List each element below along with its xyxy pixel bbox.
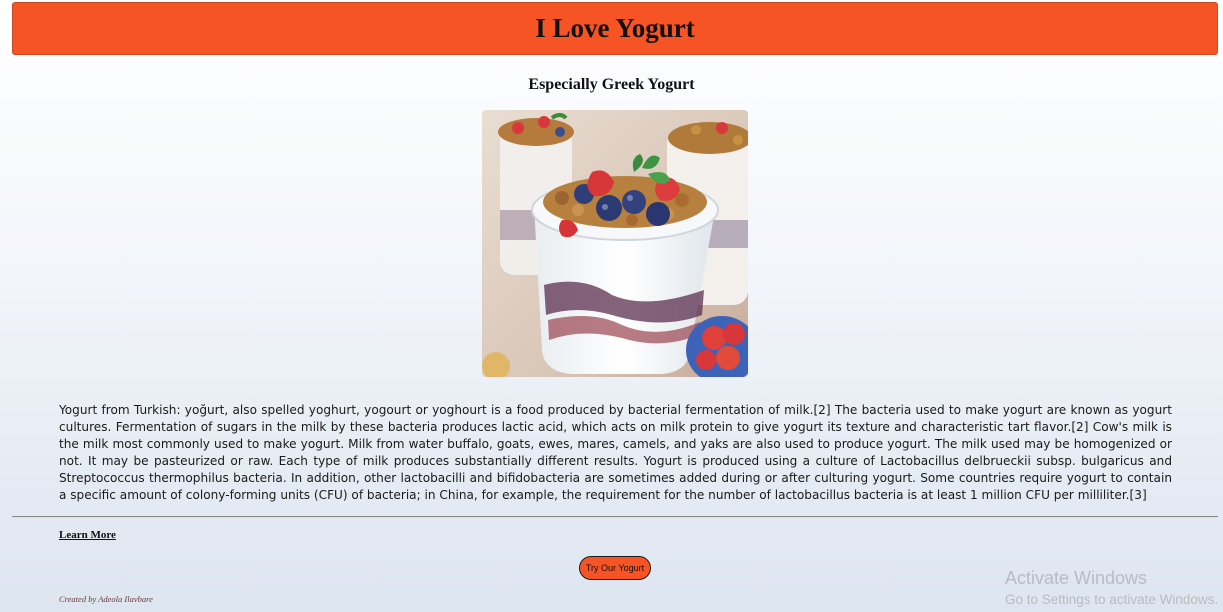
activate-windows-subtitle: Go to Settings to activate Windows. [1005, 592, 1219, 607]
yogurt-photo [482, 110, 748, 377]
page-subtitle: Especially Greek Yogurt [528, 76, 695, 93]
activate-windows-title: Activate Windows [1005, 568, 1148, 588]
yogurt-description: Yogurt from Turkish: yoğurt, also spelle… [59, 403, 1172, 502]
page-header: I Love Yogurt [12, 2, 1218, 55]
learn-more-link[interactable]: Learn More [59, 529, 116, 541]
try-our-yogurt-button[interactable]: Try Our Yogurt [579, 556, 651, 580]
footer-credit: Created by Adeola Ilavbare [59, 594, 153, 604]
page-title: I Love Yogurt [535, 13, 695, 43]
section-divider [12, 516, 1218, 518]
